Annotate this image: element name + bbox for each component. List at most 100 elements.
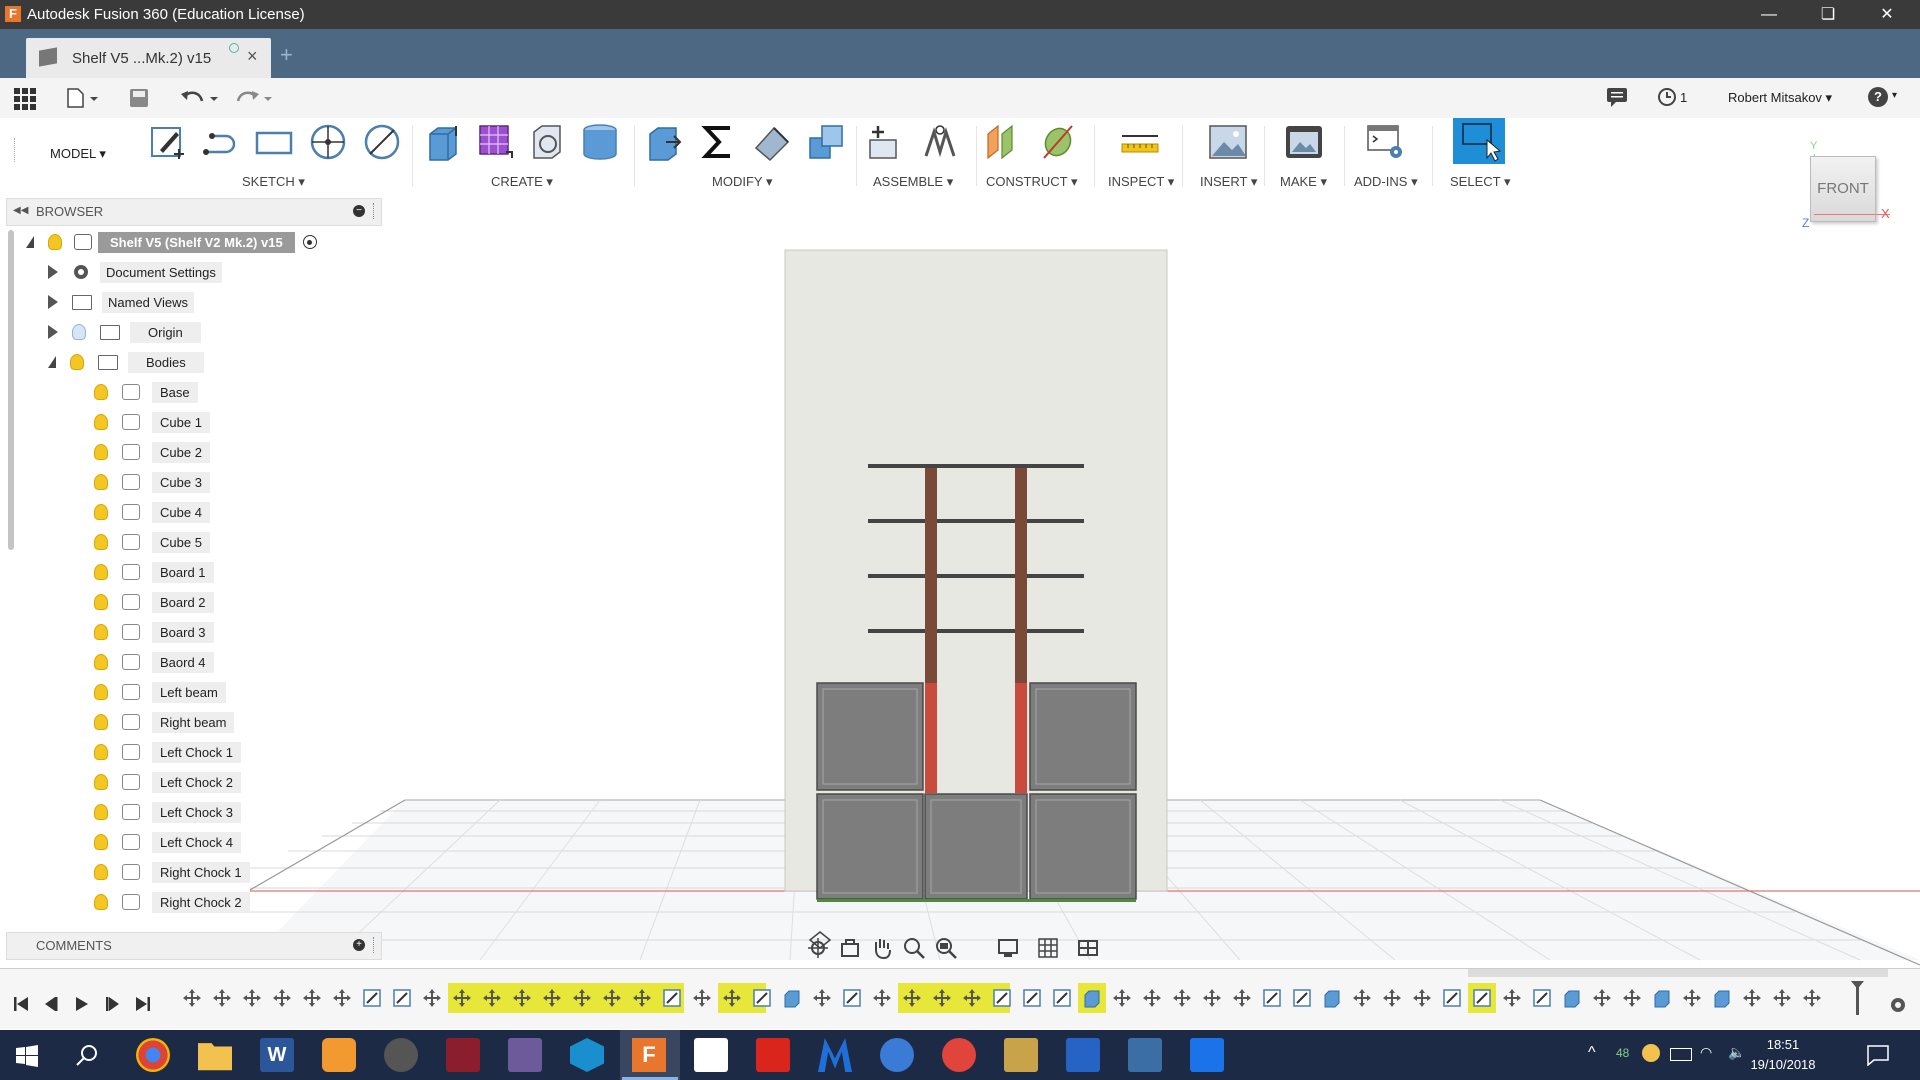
visibility-bulb-icon[interactable] (94, 504, 108, 520)
timeline-move-icon[interactable] (1232, 988, 1252, 1008)
close-tab-button[interactable]: × (247, 46, 258, 67)
browser-folder-bodies[interactable]: Bodies (48, 348, 204, 376)
timeline-move-icon[interactable] (1802, 988, 1822, 1008)
browser-body-item[interactable]: Left Chock 2 (94, 768, 241, 796)
windows-start-icon[interactable] (16, 1045, 38, 1067)
pan-hand-icon[interactable] (870, 936, 894, 960)
timeline-move-icon[interactable] (572, 988, 592, 1008)
visibility-bulb-icon[interactable] (94, 414, 108, 430)
form-icon[interactable] (476, 122, 516, 162)
timeline-move-icon[interactable] (692, 988, 712, 1008)
expand-icon[interactable] (48, 265, 58, 279)
browser-body-item[interactable]: Cube 4 (94, 498, 210, 526)
visibility-bulb-icon[interactable] (94, 384, 108, 400)
app-taskbar-icon[interactable] (880, 1038, 914, 1072)
file-menu-icon[interactable] (66, 88, 100, 108)
look-at-icon[interactable] (838, 936, 862, 960)
timeline-move-icon[interactable] (1382, 988, 1402, 1008)
comments-resize-handle[interactable] (373, 937, 376, 953)
split-face-icon[interactable] (752, 122, 792, 162)
timeline-move-icon[interactable] (1202, 988, 1222, 1008)
timeline-move-icon[interactable] (1592, 988, 1612, 1008)
browser-body-item[interactable]: Board 1 (94, 558, 214, 586)
browser-body-item[interactable]: Right Chock 2 (94, 888, 250, 916)
browser-body-item[interactable]: Right beam (94, 708, 235, 736)
browser-body-item[interactable]: Board 3 (94, 618, 214, 646)
timeline-move-icon[interactable] (482, 988, 502, 1008)
orbit-icon[interactable] (806, 936, 830, 960)
select-tool-button[interactable] (1453, 118, 1505, 164)
app-taskbar-icon[interactable] (1190, 1038, 1224, 1072)
timeline-move-icon[interactable] (1412, 988, 1432, 1008)
timeline-move-icon[interactable] (512, 988, 532, 1008)
timeline-move-icon[interactable] (272, 988, 292, 1008)
app-taskbar-icon[interactable] (818, 1038, 852, 1072)
expand-icon[interactable] (48, 295, 58, 309)
timeline-move-icon[interactable] (302, 988, 322, 1008)
browser-body-item[interactable]: Board 2 (94, 588, 214, 616)
document-tab[interactable]: Shelf V5 ...Mk.2) v15 × (26, 38, 271, 78)
browser-folder-document-settings[interactable]: Document Settings (48, 258, 222, 286)
browser-body-item[interactable]: Cube 3 (94, 468, 210, 496)
make-group-label[interactable]: MAKE ▾ (1280, 174, 1327, 190)
browser-body-item[interactable]: Cube 1 (94, 408, 210, 436)
zoom-icon[interactable] (902, 936, 926, 960)
visibility-bulb-icon[interactable] (94, 594, 108, 610)
timeline-move-icon[interactable] (1772, 988, 1792, 1008)
arc-icon[interactable] (362, 122, 402, 162)
tray-clock[interactable]: 18:51 19/10/2018 (1748, 1037, 1818, 1072)
display-settings-icon[interactable] (996, 936, 1020, 960)
timeline-sketch-icon[interactable] (1262, 988, 1282, 1008)
offset-plane-icon[interactable] (984, 122, 1024, 162)
joint-icon[interactable] (920, 122, 960, 162)
visibility-bulb-icon[interactable] (48, 234, 62, 250)
visibility-bulb-icon[interactable] (94, 864, 108, 880)
visibility-bulb-icon[interactable] (94, 684, 108, 700)
timeline-move-icon[interactable] (1502, 988, 1522, 1008)
3d-viewport[interactable] (250, 196, 1920, 966)
action-center-icon[interactable] (1866, 1044, 1890, 1066)
show-hidden-icons-chevron-icon[interactable]: ^ (1588, 1044, 1596, 1062)
timeline-extrude-icon[interactable] (1562, 988, 1582, 1008)
browser-body-item[interactable]: Left beam (94, 678, 226, 706)
comments-icon[interactable] (1606, 87, 1628, 107)
timeline-sketch-icon[interactable] (662, 988, 682, 1008)
app-taskbar-icon[interactable] (694, 1038, 728, 1072)
timeline-sketch-icon[interactable] (362, 988, 382, 1008)
sum-icon[interactable] (698, 122, 738, 162)
timeline-move-icon[interactable] (722, 988, 742, 1008)
3d-print-icon[interactable] (1284, 122, 1324, 162)
timeline-move-icon[interactable] (872, 988, 892, 1008)
visibility-bulb-icon[interactable] (94, 894, 108, 910)
activate-component-icon[interactable] (302, 235, 317, 249)
app-taskbar-icon[interactable] (942, 1038, 976, 1072)
timeline-extrude-icon[interactable] (1712, 988, 1732, 1008)
create-group-label[interactable]: CREATE ▾ (491, 174, 553, 190)
timeline-sketch-icon[interactable] (1052, 988, 1072, 1008)
browser-body-item[interactable]: Baord 4 (94, 648, 214, 676)
visibility-bulb-icon[interactable] (94, 624, 108, 640)
data-panel-grid-icon[interactable] (14, 88, 36, 110)
timeline-move-icon[interactable] (1172, 988, 1192, 1008)
timeline-move-icon[interactable] (1142, 988, 1162, 1008)
expand-icon[interactable] (48, 325, 58, 339)
timeline-extrude-icon[interactable] (782, 988, 802, 1008)
app-taskbar-icon[interactable] (384, 1038, 418, 1072)
timeline-move-icon[interactable] (422, 988, 442, 1008)
timeline-move-icon[interactable] (812, 988, 832, 1008)
visibility-bulb-icon[interactable] (94, 444, 108, 460)
visibility-bulb-icon[interactable] (70, 354, 84, 370)
visibility-bulb-icon[interactable] (94, 564, 108, 580)
help-icon[interactable]: ? (1868, 87, 1888, 107)
expand-root-icon[interactable] (26, 236, 34, 248)
collapse-browser-icon[interactable]: ◀◀ (13, 205, 28, 216)
timeline-move-icon[interactable] (1682, 988, 1702, 1008)
acrobat-taskbar-icon[interactable] (756, 1038, 790, 1072)
grid-settings-icon[interactable] (1036, 936, 1060, 960)
select-group-label[interactable]: SELECT ▾ (1450, 174, 1510, 190)
3d-app-taskbar-icon[interactable] (570, 1038, 604, 1072)
app-taskbar-icon[interactable] (1128, 1038, 1162, 1072)
sketch-group-label[interactable]: SKETCH ▾ (242, 174, 305, 190)
visibility-bulb-icon[interactable] (94, 804, 108, 820)
rectangle-icon[interactable] (254, 122, 294, 162)
